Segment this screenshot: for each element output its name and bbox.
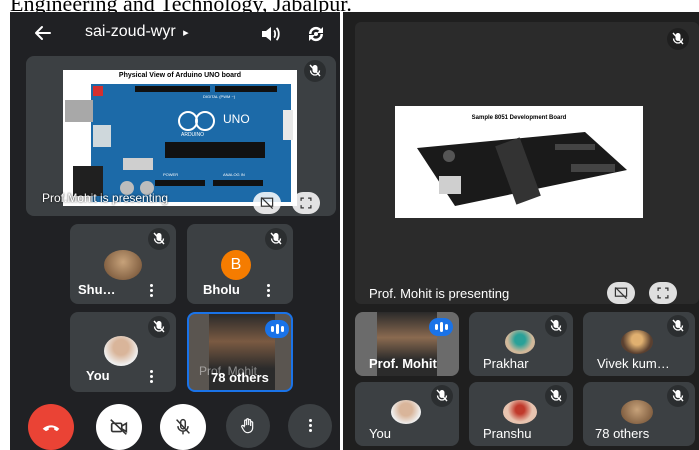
speaker-icon[interactable] <box>258 22 282 46</box>
fullscreen-icon[interactable] <box>292 192 320 214</box>
participant-tile[interactable]: You <box>70 312 176 392</box>
mic-off-icon <box>265 228 287 250</box>
participant-name: Bholu <box>203 282 240 297</box>
participant-avatar <box>104 250 142 280</box>
raise-hand-button[interactable] <box>226 404 270 448</box>
camera-toggle-button[interactable] <box>96 404 142 450</box>
board-brand-label: ARDUINO <box>181 132 205 138</box>
participant-avatar <box>621 330 653 354</box>
participant-avatar: B <box>221 250 251 280</box>
board-analog-label: ANALOG IN <box>223 172 245 177</box>
more-icon[interactable] <box>265 283 271 299</box>
mic-off-icon <box>667 28 689 50</box>
participant-name: Shu… <box>78 282 116 297</box>
dev-board-image <box>417 132 627 206</box>
more-icon[interactable] <box>148 283 154 299</box>
participant-name: Prakhar <box>483 356 529 371</box>
right-meeting-screen: Sample 8051 Development Board Prof. Mohi… <box>343 12 699 450</box>
participant-tile[interactable]: Shu… <box>70 224 176 304</box>
arduino-board-image <box>65 84 293 202</box>
mic-toggle-button[interactable] <box>160 404 206 450</box>
speaking-indicator-icon <box>265 320 289 338</box>
participant-avatar <box>104 336 138 366</box>
mic-off-icon <box>148 228 170 250</box>
avatar-initial: B <box>230 256 242 273</box>
more-icon[interactable] <box>148 369 154 385</box>
more-icon <box>307 418 313 434</box>
mic-off-icon <box>545 385 567 407</box>
left-meeting-screen: sai-zoud-wyr ▸ Physical View of Arduino … <box>10 12 340 450</box>
fullscreen-icon[interactable] <box>649 282 677 304</box>
mic-off-icon <box>431 385 453 407</box>
participant-tile[interactable]: You <box>355 382 459 446</box>
present-stop-icon[interactable] <box>253 192 281 214</box>
presenting-label: Prof.Mohit is presenting <box>42 191 169 205</box>
board-digital-label: DIGITAL (PWM ~) <box>203 94 236 99</box>
participant-name: You <box>369 426 391 441</box>
chevron-right-icon: ▸ <box>183 27 189 39</box>
presenting-label: Prof. Mohit is presenting <box>369 286 510 301</box>
participant-name: You <box>86 368 110 383</box>
switch-camera-icon[interactable] <box>304 22 328 46</box>
mic-off-icon <box>545 315 567 337</box>
raise-hand-icon <box>241 418 254 434</box>
mic-off-icon <box>304 60 326 82</box>
present-stop-icon[interactable] <box>607 282 635 304</box>
participant-name: 78 others <box>595 426 650 441</box>
participant-name: Vivek kum… <box>597 356 670 371</box>
dev-board-slide: Sample 8051 Development Board <box>395 106 643 218</box>
participant-tile[interactable]: Vivek kum… <box>583 312 695 376</box>
participant-name: Pranshu <box>483 426 532 441</box>
speaking-indicator-icon <box>429 318 453 336</box>
participant-tile[interactable]: Prakhar <box>469 312 573 376</box>
end-call-button[interactable] <box>28 404 74 450</box>
mic-off-icon <box>148 316 170 338</box>
participant-name: Prof. Mohit <box>369 356 437 371</box>
mic-off-icon <box>667 315 689 337</box>
participant-tile-active-speaker[interactable]: Prof. Mohit 78 others <box>187 312 293 392</box>
meeting-code-title[interactable]: sai-zoud-wyr ▸ <box>85 23 189 41</box>
end-call-icon <box>42 425 60 432</box>
mic-off-icon <box>667 385 689 407</box>
mic-off-icon <box>176 418 190 435</box>
meeting-code: sai-zoud-wyr <box>85 23 176 40</box>
participant-avatar <box>505 330 535 354</box>
arduino-slide: Physical View of Arduino UNO board DIGIT… <box>63 70 297 206</box>
board-power-label: POWER <box>163 172 179 177</box>
presentation-tile[interactable]: Sample 8051 Development Board Prof. Mohi… <box>355 22 699 304</box>
participant-tile[interactable]: 78 others <box>583 382 695 446</box>
participant-avatar <box>621 400 653 424</box>
participant-tile[interactable]: Pranshu <box>469 382 573 446</box>
more-options-button[interactable] <box>288 404 332 448</box>
participant-tile[interactable]: B Bholu <box>187 224 293 304</box>
camera-off-icon <box>110 419 128 435</box>
back-arrow-icon[interactable] <box>32 22 54 44</box>
participant-avatar <box>391 400 421 424</box>
participant-name: 78 others <box>211 370 269 385</box>
participant-avatar <box>503 400 537 424</box>
presentation-tile[interactable]: Physical View of Arduino UNO board DIGIT… <box>26 56 336 216</box>
participant-tile-active-speaker[interactable]: Prof. Mohit <box>355 312 459 376</box>
board-model-label: UNO <box>223 112 250 126</box>
